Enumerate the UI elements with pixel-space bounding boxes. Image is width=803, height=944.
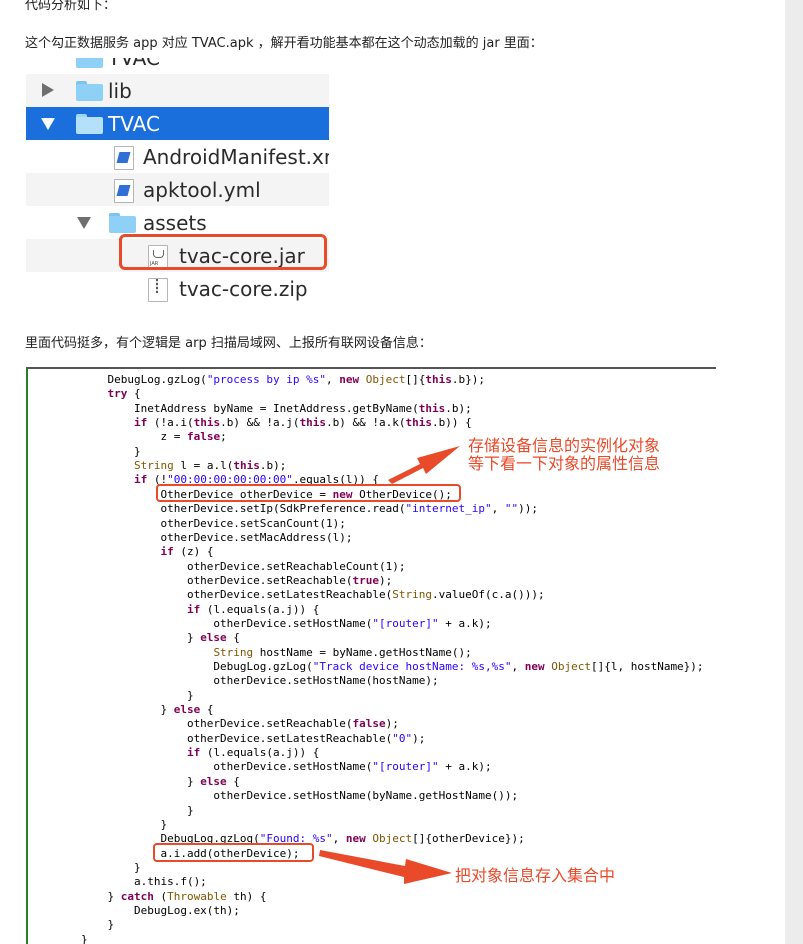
- arrow-to-new-object: [388, 446, 460, 484]
- annotation-note-collection: 把对象信息存入集合中: [455, 866, 616, 885]
- annotation-arrows: [319, 446, 460, 884]
- annotation-note-line2: 等下看一下对象的属性信息: [468, 454, 661, 473]
- arrow-to-add-call: [319, 850, 452, 884]
- page-scroll-gutter[interactable]: [785, 0, 803, 944]
- article-body: 代码分析如下： 这个勾正数据服务 app 对应 TVAC.apk ，解开看功能基…: [0, 0, 785, 944]
- annotation-note-line1: 存储设备信息的实例化对象: [468, 436, 661, 455]
- annotation-note-object: 存储设备信息的实例化对象 等下看一下对象的属性信息: [468, 437, 660, 473]
